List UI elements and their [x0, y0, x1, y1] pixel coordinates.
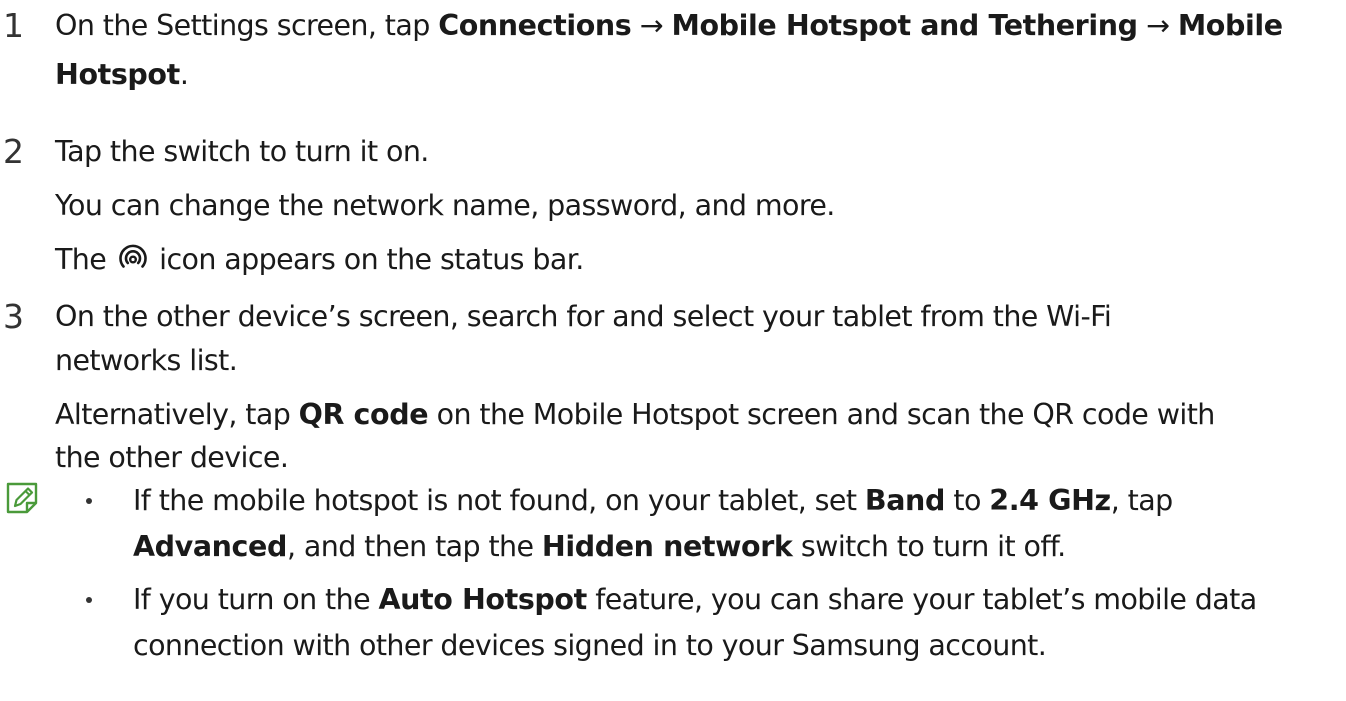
note-line: If the mobile hotspot is not found, on y… [133, 481, 1173, 521]
step-line: networks list. [55, 341, 238, 381]
text-run: If you turn on the [133, 583, 379, 616]
text-run: . [179, 58, 189, 91]
text-run: On the other device’s screen, search for… [55, 300, 1112, 333]
text-run: on the Mobile Hotspot screen and scan th… [428, 398, 1216, 431]
manual-page: 1 On the Settings screen, tap Connection… [0, 0, 1346, 701]
step-line: On the other device’s screen, search for… [55, 297, 1112, 337]
step-line: You can change the network name, passwor… [55, 186, 835, 226]
step-number: 1 [3, 6, 24, 45]
step-number: 2 [3, 132, 24, 171]
bold-term: Hotspot [55, 58, 180, 91]
step-line: Alternatively, tap QR code on the Mobile… [55, 395, 1215, 435]
text-run: → [631, 9, 672, 42]
note-line: connection with other devices signed in … [133, 626, 1047, 666]
step-line: Tap the switch to turn it on. [55, 132, 429, 172]
text-run: The [55, 243, 115, 276]
text-run: → [1137, 9, 1178, 42]
bold-term: 2.4 GHz [989, 484, 1111, 517]
step-line: On the Settings screen, tap Connections … [55, 6, 1283, 46]
text-run: If the mobile hotspot is not found, on y… [133, 484, 865, 517]
bullet-dot [86, 498, 92, 504]
bold-term: Band [864, 484, 945, 517]
text-run: to [944, 484, 990, 517]
bold-term: Mobile Hotspot and Tethering [671, 9, 1138, 42]
text-run: You can change the network name, passwor… [55, 189, 835, 222]
bold-term: Advanced [133, 530, 287, 563]
step-line: the other device. [55, 438, 289, 478]
note-line: If you turn on the Auto Hotspot feature,… [133, 580, 1257, 620]
text-run: Alternatively, tap [55, 398, 299, 431]
bold-term: Connections [438, 9, 632, 42]
bold-term: Mobile [1177, 9, 1283, 42]
text-run: icon appears on the status bar. [150, 243, 584, 276]
text-run: Tap the switch to turn it on. [55, 135, 429, 168]
step-line: Hotspot. [55, 55, 189, 95]
note-line: Advanced, and then tap the Hidden networ… [133, 527, 1066, 567]
bullet-dot [86, 597, 92, 603]
text-run: , tap [1110, 484, 1173, 517]
text-run: switch to turn it off. [792, 530, 1066, 563]
hotspot-status-icon [118, 244, 147, 268]
step-line: The icon appears on the status bar. [55, 240, 584, 280]
bold-term: Auto Hotspot [378, 583, 588, 616]
text-run: , and then tap the [286, 530, 542, 563]
note-pencil-icon [6, 482, 38, 514]
text-run: On the Settings screen, tap [55, 9, 439, 42]
text-run: networks list. [55, 344, 238, 377]
step-number: 3 [3, 297, 24, 336]
bold-term: QR code [298, 398, 429, 431]
bold-term: Hidden network [541, 530, 793, 563]
text-run: feature, you can share your tablet’s mob… [586, 583, 1257, 616]
text-run: connection with other devices signed in … [133, 629, 1047, 662]
text-run: the other device. [55, 441, 289, 474]
